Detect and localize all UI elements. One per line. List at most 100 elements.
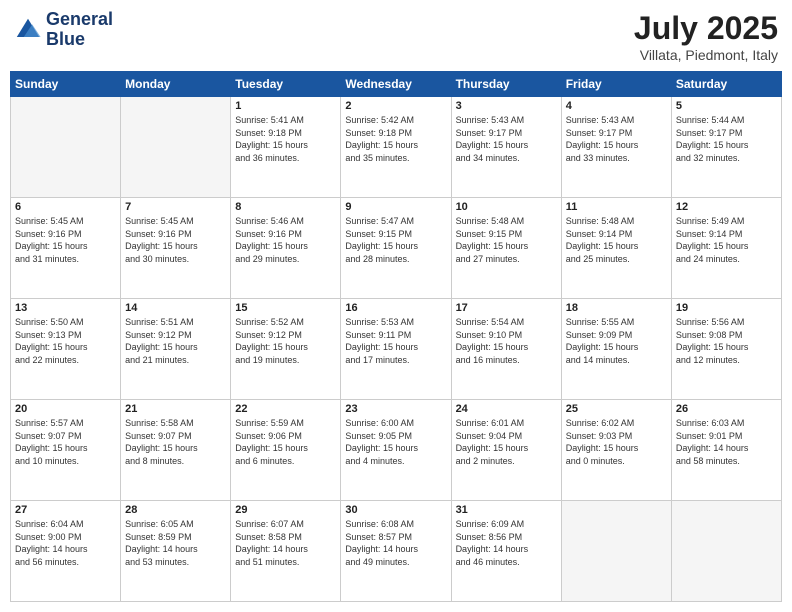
weekday-header: Friday [561, 72, 671, 97]
cell-info: Sunrise: 6:02 AM Sunset: 9:03 PM Dayligh… [566, 417, 667, 467]
logo-line1: General [46, 10, 113, 30]
cell-info: Sunrise: 5:59 AM Sunset: 9:06 PM Dayligh… [235, 417, 336, 467]
calendar-cell: 25 Sunrise: 6:02 AM Sunset: 9:03 PM Dayli… [561, 400, 671, 501]
calendar-cell: 18 Sunrise: 5:55 AM Sunset: 9:09 PM Dayli… [561, 299, 671, 400]
cell-info: Sunrise: 6:00 AM Sunset: 9:05 PM Dayligh… [345, 417, 446, 467]
calendar-cell: 19 Sunrise: 5:56 AM Sunset: 9:08 PM Dayli… [671, 299, 781, 400]
calendar-cell: 17 Sunrise: 5:54 AM Sunset: 9:10 PM Dayli… [451, 299, 561, 400]
day-number: 31 [456, 504, 557, 516]
weekday-header: Saturday [671, 72, 781, 97]
cell-info: Sunrise: 6:09 AM Sunset: 8:56 PM Dayligh… [456, 518, 557, 568]
weekday-header: Wednesday [341, 72, 451, 97]
day-number: 26 [676, 403, 777, 415]
day-number: 24 [456, 403, 557, 415]
day-number: 13 [15, 302, 116, 314]
calendar-cell: 26 Sunrise: 6:03 AM Sunset: 9:01 PM Dayli… [671, 400, 781, 501]
calendar-week-row: 6Sunrise: 5:45 AM Sunset: 9:16 PM Daylig… [11, 198, 782, 299]
cell-info: Sunrise: 5:56 AM Sunset: 9:08 PM Dayligh… [676, 316, 777, 366]
calendar-week-row: 13 Sunrise: 5:50 AM Sunset: 9:13 PM Dayli… [11, 299, 782, 400]
day-number: 29 [235, 504, 336, 516]
calendar-cell: 11Sunrise: 5:48 AM Sunset: 9:14 PM Dayli… [561, 198, 671, 299]
location-title: Villata, Piedmont, Italy [634, 47, 778, 63]
day-number: 17 [456, 302, 557, 314]
calendar-cell: 5 Sunrise: 5:44 AM Sunset: 9:17 PM Daylig… [671, 97, 781, 198]
calendar-cell [11, 97, 121, 198]
calendar-week-row: 27 Sunrise: 6:04 AM Sunset: 9:00 PM Dayli… [11, 501, 782, 602]
calendar-cell [561, 501, 671, 602]
day-number: 16 [345, 302, 446, 314]
cell-info: Sunrise: 5:43 AM Sunset: 9:17 PM Dayligh… [566, 114, 667, 164]
title-block: July 2025 Villata, Piedmont, Italy [634, 10, 778, 63]
calendar-cell: 6Sunrise: 5:45 AM Sunset: 9:16 PM Daylig… [11, 198, 121, 299]
weekday-header: Thursday [451, 72, 561, 97]
calendar-cell: 22 Sunrise: 5:59 AM Sunset: 9:06 PM Dayli… [231, 400, 341, 501]
cell-info: Sunrise: 5:43 AM Sunset: 9:17 PM Dayligh… [456, 114, 557, 164]
day-number: 7 [125, 201, 226, 213]
day-number: 30 [345, 504, 446, 516]
logo: General Blue [14, 10, 113, 50]
logo-line2: Blue [46, 30, 113, 50]
calendar-cell: 15Sunrise: 5:52 AM Sunset: 9:12 PM Dayli… [231, 299, 341, 400]
calendar-cell: 24 Sunrise: 6:01 AM Sunset: 9:04 PM Dayli… [451, 400, 561, 501]
page: General Blue July 2025 Villata, Piedmont… [0, 0, 792, 612]
cell-info: Sunrise: 5:53 AM Sunset: 9:11 PM Dayligh… [345, 316, 446, 366]
calendar-cell: 14Sunrise: 5:51 AM Sunset: 9:12 PM Dayli… [121, 299, 231, 400]
weekday-header: Monday [121, 72, 231, 97]
cell-info: Sunrise: 5:48 AM Sunset: 9:14 PM Dayligh… [566, 215, 667, 265]
calendar-cell: 13 Sunrise: 5:50 AM Sunset: 9:13 PM Dayli… [11, 299, 121, 400]
calendar-cell: 31 Sunrise: 6:09 AM Sunset: 8:56 PM Dayli… [451, 501, 561, 602]
cell-info: Sunrise: 5:54 AM Sunset: 9:10 PM Dayligh… [456, 316, 557, 366]
cell-info: Sunrise: 5:44 AM Sunset: 9:17 PM Dayligh… [676, 114, 777, 164]
calendar-cell: 9 Sunrise: 5:47 AM Sunset: 9:15 PM Daylig… [341, 198, 451, 299]
day-number: 25 [566, 403, 667, 415]
day-number: 21 [125, 403, 226, 415]
calendar-header-row: SundayMondayTuesdayWednesdayThursdayFrid… [11, 72, 782, 97]
month-title: July 2025 [634, 10, 778, 47]
day-number: 9 [345, 201, 446, 213]
calendar-cell: 28 Sunrise: 6:05 AM Sunset: 8:59 PM Dayli… [121, 501, 231, 602]
cell-info: Sunrise: 5:57 AM Sunset: 9:07 PM Dayligh… [15, 417, 116, 467]
calendar-cell: 20Sunrise: 5:57 AM Sunset: 9:07 PM Dayli… [11, 400, 121, 501]
day-number: 5 [676, 100, 777, 112]
cell-info: Sunrise: 6:07 AM Sunset: 8:58 PM Dayligh… [235, 518, 336, 568]
calendar-cell: 30Sunrise: 6:08 AM Sunset: 8:57 PM Dayli… [341, 501, 451, 602]
calendar-cell: 2Sunrise: 5:42 AM Sunset: 9:18 PM Daylig… [341, 97, 451, 198]
calendar-cell [671, 501, 781, 602]
calendar-table: SundayMondayTuesdayWednesdayThursdayFrid… [10, 71, 782, 602]
day-number: 1 [235, 100, 336, 112]
cell-info: Sunrise: 5:47 AM Sunset: 9:15 PM Dayligh… [345, 215, 446, 265]
calendar-cell: 29 Sunrise: 6:07 AM Sunset: 8:58 PM Dayli… [231, 501, 341, 602]
logo-icon [14, 16, 42, 44]
calendar-cell: 3Sunrise: 5:43 AM Sunset: 9:17 PM Daylig… [451, 97, 561, 198]
cell-info: Sunrise: 6:04 AM Sunset: 9:00 PM Dayligh… [15, 518, 116, 568]
calendar-cell: 16 Sunrise: 5:53 AM Sunset: 9:11 PM Dayli… [341, 299, 451, 400]
cell-info: Sunrise: 6:03 AM Sunset: 9:01 PM Dayligh… [676, 417, 777, 467]
day-number: 8 [235, 201, 336, 213]
calendar-cell: 23Sunrise: 6:00 AM Sunset: 9:05 PM Dayli… [341, 400, 451, 501]
logo-text: General Blue [46, 10, 113, 50]
day-number: 22 [235, 403, 336, 415]
cell-info: Sunrise: 6:05 AM Sunset: 8:59 PM Dayligh… [125, 518, 226, 568]
calendar-week-row: 1 Sunrise: 5:41 AM Sunset: 9:18 PM Daylig… [11, 97, 782, 198]
day-number: 18 [566, 302, 667, 314]
day-number: 4 [566, 100, 667, 112]
day-number: 19 [676, 302, 777, 314]
cell-info: Sunrise: 5:49 AM Sunset: 9:14 PM Dayligh… [676, 215, 777, 265]
cell-info: Sunrise: 5:50 AM Sunset: 9:13 PM Dayligh… [15, 316, 116, 366]
cell-info: Sunrise: 5:58 AM Sunset: 9:07 PM Dayligh… [125, 417, 226, 467]
day-number: 15 [235, 302, 336, 314]
cell-info: Sunrise: 5:46 AM Sunset: 9:16 PM Dayligh… [235, 215, 336, 265]
calendar-cell: 27 Sunrise: 6:04 AM Sunset: 9:00 PM Dayli… [11, 501, 121, 602]
day-number: 14 [125, 302, 226, 314]
calendar-cell [121, 97, 231, 198]
calendar-week-row: 20Sunrise: 5:57 AM Sunset: 9:07 PM Dayli… [11, 400, 782, 501]
day-number: 27 [15, 504, 116, 516]
cell-info: Sunrise: 5:41 AM Sunset: 9:18 PM Dayligh… [235, 114, 336, 164]
cell-info: Sunrise: 5:55 AM Sunset: 9:09 PM Dayligh… [566, 316, 667, 366]
calendar-cell: 12Sunrise: 5:49 AM Sunset: 9:14 PM Dayli… [671, 198, 781, 299]
cell-info: Sunrise: 6:01 AM Sunset: 9:04 PM Dayligh… [456, 417, 557, 467]
cell-info: Sunrise: 5:48 AM Sunset: 9:15 PM Dayligh… [456, 215, 557, 265]
weekday-header: Sunday [11, 72, 121, 97]
day-number: 2 [345, 100, 446, 112]
day-number: 28 [125, 504, 226, 516]
